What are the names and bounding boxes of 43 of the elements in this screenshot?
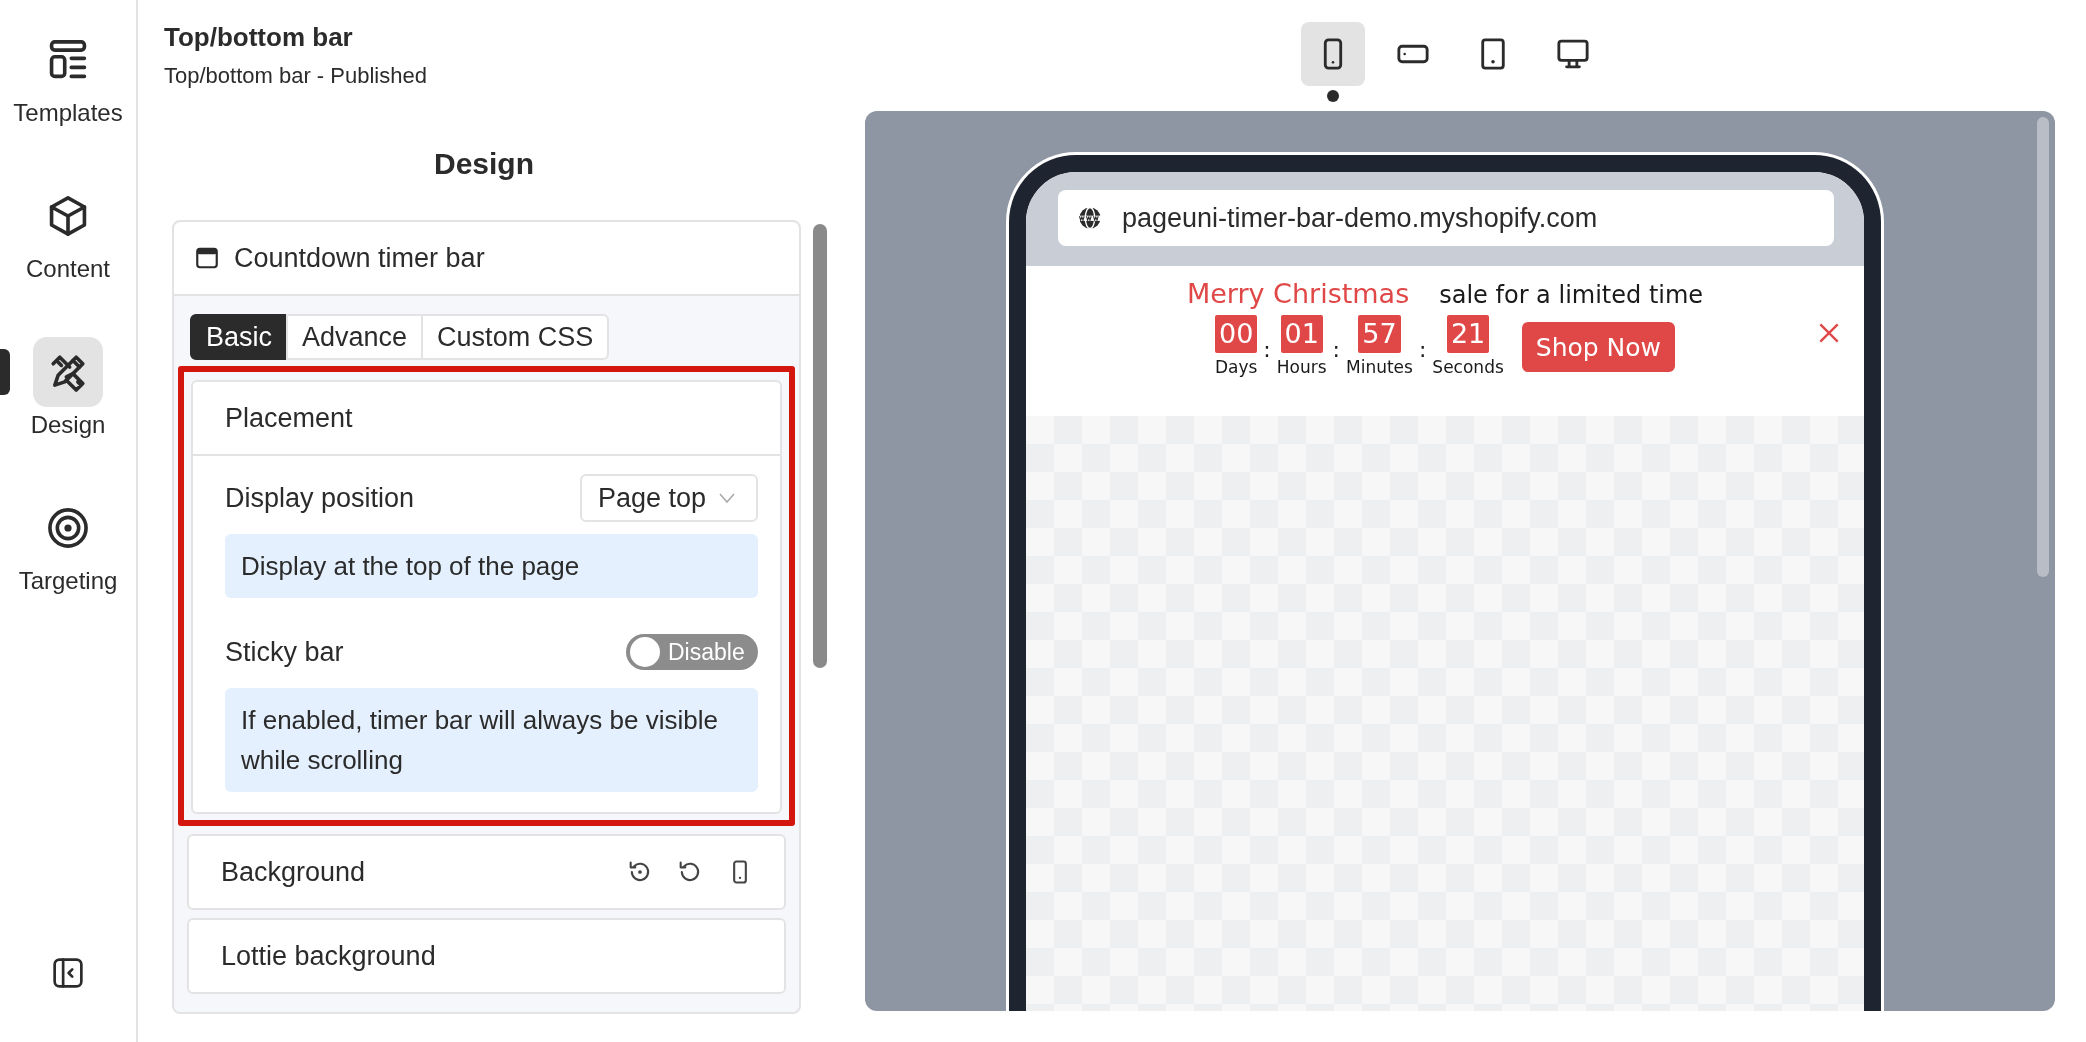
timer-unit: Days bbox=[1214, 357, 1258, 377]
collapse-sidebar-icon[interactable] bbox=[51, 956, 85, 990]
device-button[interactable] bbox=[1301, 22, 1365, 86]
field-label: Display position bbox=[225, 482, 415, 514]
timer-digits: 00 bbox=[1214, 315, 1258, 353]
dropdown[interactable]: Page top bbox=[579, 474, 758, 522]
timer-digits: 57 bbox=[1358, 315, 1401, 353]
card-title: Countdown timer bar bbox=[234, 242, 485, 274]
nav-label[interactable]: Content bbox=[25, 255, 111, 283]
info-note: Display at the top of the page bbox=[225, 534, 758, 598]
bar-text: sale for a limited time bbox=[1439, 281, 1704, 309]
address-bar[interactable]: pageuni-timer-bar-demo.myshopify.com bbox=[1058, 190, 1834, 246]
timer-unit: Hours bbox=[1276, 357, 1327, 377]
tab[interactable]: Basic bbox=[190, 314, 289, 360]
timer-unit: Seconds bbox=[1432, 357, 1504, 377]
section-title[interactable]: Background bbox=[221, 856, 366, 888]
nav-button[interactable] bbox=[33, 337, 103, 407]
page-subtitle: Top/bottom bar - Published bbox=[164, 62, 428, 90]
section-title[interactable]: Placement bbox=[225, 402, 353, 434]
panel-heading: Design bbox=[433, 146, 535, 182]
tab[interactable]: Advance bbox=[286, 314, 424, 360]
tab[interactable]: Custom CSS bbox=[421, 314, 610, 360]
page-title: Top/bottom bar bbox=[164, 21, 354, 54]
chevron-down-icon bbox=[718, 492, 736, 504]
nav-label[interactable]: Templates bbox=[13, 99, 123, 127]
section-title[interactable]: Lottie background bbox=[221, 940, 436, 972]
info-note: If enabled, timer bar will always be visible while scrolling bbox=[225, 688, 758, 792]
globe-icon bbox=[1076, 204, 1104, 232]
bar-headline: Merry Christmas bbox=[1186, 278, 1410, 309]
shop-now-button[interactable]: Shop Now bbox=[1521, 322, 1676, 372]
timer-separator: : bbox=[1332, 337, 1340, 362]
timer-unit: Minutes bbox=[1346, 357, 1413, 377]
scrollbar[interactable] bbox=[813, 224, 827, 668]
timer-separator: : bbox=[1263, 337, 1271, 362]
target-icon[interactable] bbox=[45, 505, 91, 551]
nav-label[interactable]: Design bbox=[30, 411, 106, 439]
timer-digits: 21 bbox=[1446, 315, 1490, 353]
field-label: Sticky bar bbox=[225, 636, 344, 668]
timer-digits: 01 bbox=[1280, 315, 1323, 353]
nav-label[interactable]: Targeting bbox=[18, 567, 118, 595]
timer-separator: : bbox=[1418, 337, 1427, 362]
window-icon bbox=[194, 245, 220, 271]
scrollbar[interactable] bbox=[2037, 117, 2049, 577]
